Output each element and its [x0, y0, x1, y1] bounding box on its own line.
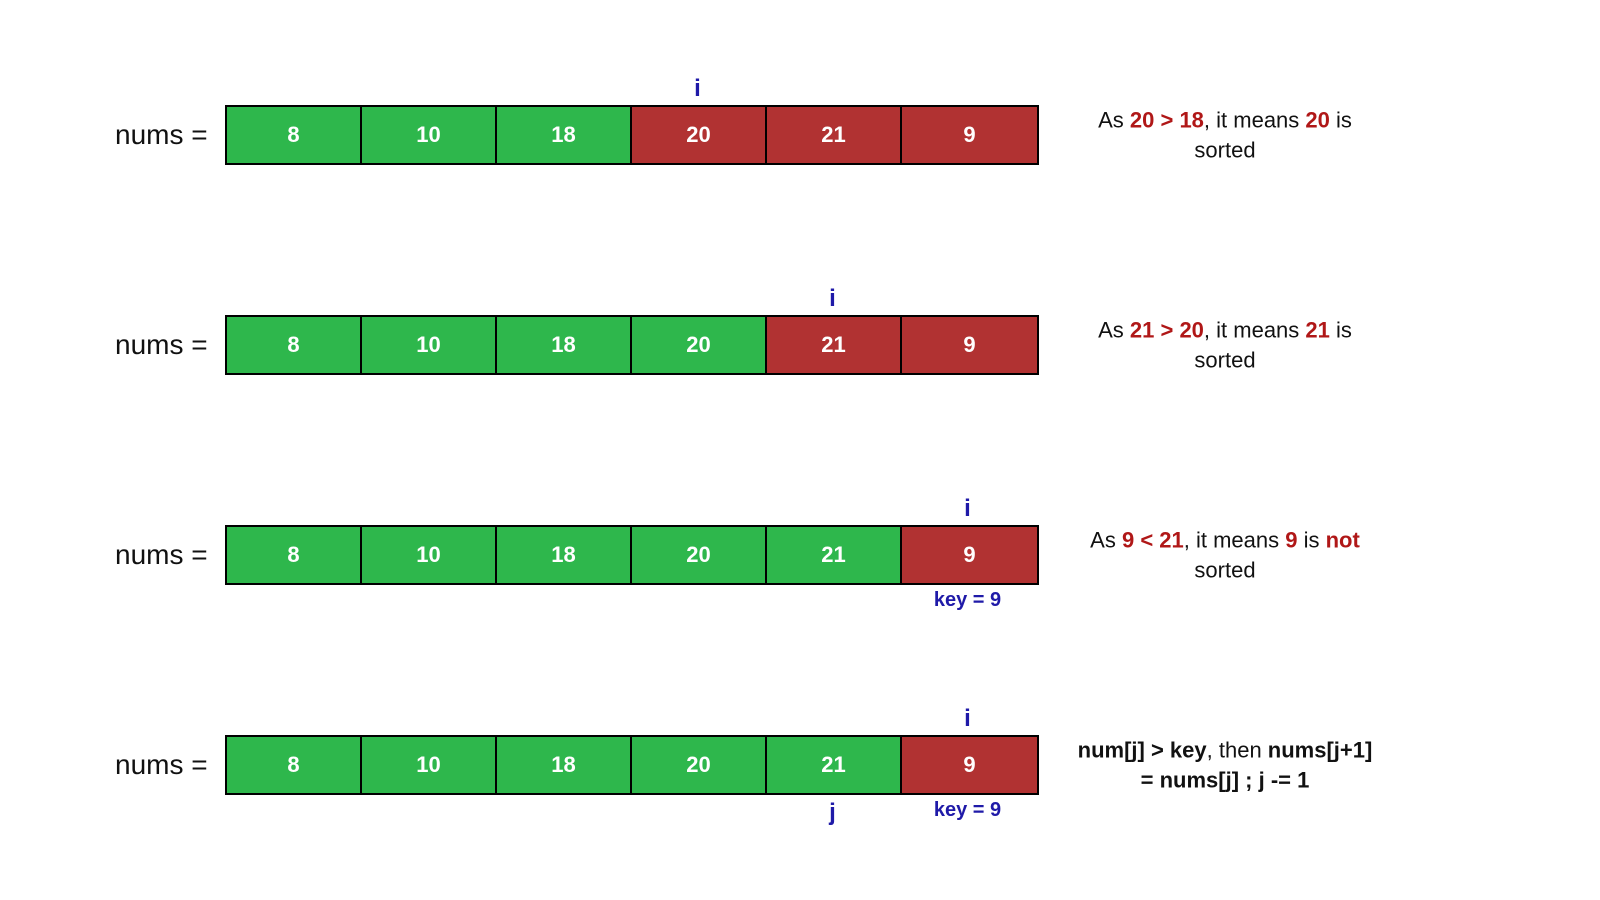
step-caption: As 20 > 18, it means 20 is sorted: [1075, 105, 1375, 164]
caption-segment: j -= 1: [1259, 767, 1310, 792]
array-cell: 10: [362, 737, 497, 793]
pointer-label: key = 9: [900, 589, 1035, 612]
array-cell: 9: [902, 527, 1037, 583]
pointer-label: i: [900, 705, 1035, 733]
caption-segment: is: [1297, 527, 1325, 552]
array: 8101820219: [225, 525, 1039, 585]
array-cell: 20: [632, 737, 767, 793]
var-label: nums =: [115, 539, 208, 571]
array-cell: 9: [902, 107, 1037, 163]
pointer-label: key = 9: [900, 799, 1035, 822]
step-caption: As 21 > 20, it means 21 is sorted: [1075, 315, 1375, 374]
array-cell: 8: [227, 527, 362, 583]
caption-segment: 9: [1285, 527, 1297, 552]
array: 8101820219: [225, 105, 1039, 165]
var-label: nums =: [115, 329, 208, 361]
array-cell: 8: [227, 737, 362, 793]
array-cell: 10: [362, 107, 497, 163]
step-row: nums =8101820219ikey = 9As 9 < 21, it me…: [0, 450, 1600, 660]
caption-segment: , it means: [1204, 317, 1305, 342]
caption-segment: 20: [1305, 107, 1329, 132]
array-cell: 20: [632, 317, 767, 373]
array-cell: 18: [497, 527, 632, 583]
array-cell: 9: [902, 317, 1037, 373]
array-cell: 20: [632, 107, 767, 163]
array-cell: 10: [362, 317, 497, 373]
pointer-label: j: [765, 799, 900, 827]
step-caption: As 9 < 21, it means 9 is not sorted: [1075, 525, 1375, 584]
array-cell: 21: [767, 737, 902, 793]
array-cell: 21: [767, 317, 902, 373]
pointer-label: i: [630, 75, 765, 103]
caption-segment: As: [1090, 527, 1122, 552]
array-cell: 18: [497, 317, 632, 373]
caption-segment: sorted: [1194, 557, 1255, 582]
pointer-label: i: [900, 495, 1035, 523]
caption-segment: 21: [1305, 317, 1329, 342]
var-label: nums =: [115, 119, 208, 151]
caption-segment: , it means: [1204, 107, 1305, 132]
array-cell: 18: [497, 737, 632, 793]
step-row: nums =8101820219ijkey = 9num[j] > key, t…: [0, 660, 1600, 870]
caption-segment: num[j] > key: [1078, 737, 1207, 762]
var-label: nums =: [115, 749, 208, 781]
caption-segment: , then: [1207, 737, 1268, 762]
step-row: nums =8101820219iAs 21 > 20, it means 21…: [0, 240, 1600, 450]
step-caption: num[j] > key, then nums[j+1] = nums[j] ;…: [1075, 735, 1375, 794]
caption-segment: 20 > 18: [1130, 107, 1204, 132]
caption-segment: not: [1326, 527, 1360, 552]
pointer-label: i: [765, 285, 900, 313]
caption-segment: , it means: [1184, 527, 1285, 552]
array-cell: 21: [767, 107, 902, 163]
array: 8101820219: [225, 315, 1039, 375]
array-cell: 10: [362, 527, 497, 583]
caption-segment: As: [1098, 317, 1130, 342]
array-cell: 20: [632, 527, 767, 583]
caption-segment: 21 > 20: [1130, 317, 1204, 342]
array-cell: 8: [227, 317, 362, 373]
array-cell: 21: [767, 527, 902, 583]
caption-segment: As: [1098, 107, 1130, 132]
array: 8101820219: [225, 735, 1039, 795]
array-cell: 18: [497, 107, 632, 163]
array-cell: 9: [902, 737, 1037, 793]
caption-segment: 9 < 21: [1122, 527, 1184, 552]
array-cell: 8: [227, 107, 362, 163]
step-row: nums =8101820219iAs 20 > 18, it means 20…: [0, 30, 1600, 240]
